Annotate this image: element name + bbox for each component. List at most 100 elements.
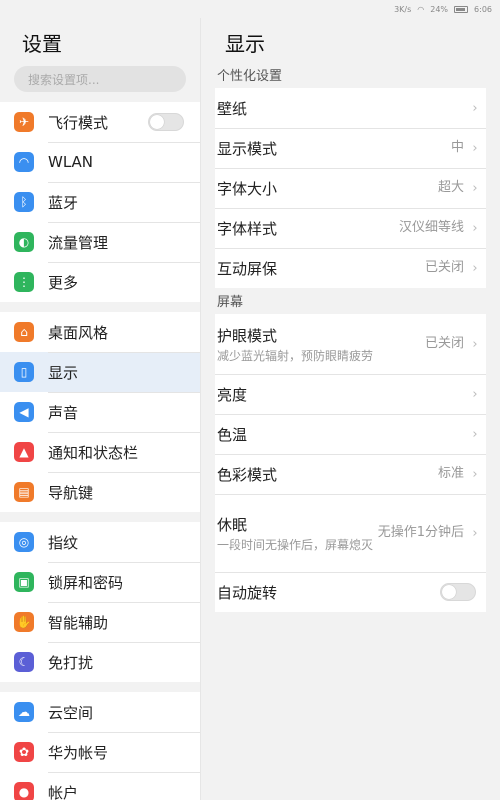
settings-row[interactable]: 显示模式 中 › [215,128,486,168]
sidebar-item[interactable]: ▤ 导航键 [0,472,200,512]
settings-row-main: 字体样式 [217,218,399,239]
network-speed: 3K/s [394,4,412,14]
settings-row-main: 显示模式 [217,138,451,159]
settings-row-main: 字体大小 [217,178,438,199]
sidebar-item[interactable]: ▣ 锁屏和密码 [0,562,200,602]
sidebar-item[interactable]: ◠ WLAN [0,142,200,182]
sidebar-item[interactable]: ◀ 声音 [0,392,200,432]
settings-row-description: 减少蓝光辐射，预防眼睛疲劳 [217,348,374,363]
settings-row-value: 超大 [437,180,464,195]
settings-row[interactable]: 休眠 一段时间无操作后，屏幕熄灭 无操作1分钟后 › [215,494,486,572]
settings-row[interactable]: 护眼模式 减少蓝光辐射，预防眼睛疲劳 已关闭 › [215,314,486,374]
battery-percent: 24% [430,4,449,14]
settings-row[interactable]: 亮度 › [215,374,486,414]
chevron-right-icon: › [472,336,478,352]
lock-icon: ▣ [14,572,34,592]
clock: 6:06 [474,4,492,14]
settings-row-label: 字体大小 [217,179,278,198]
settings-row-label: 休眠 [217,515,248,534]
sidebar-item-label: 华为帐号 [48,743,109,762]
chevron-right-icon: › [472,466,478,482]
settings-row-main: 休眠 一段时间无操作后，屏幕熄灭 [217,514,378,553]
home-icon: ⌂ [14,322,34,342]
sidebar-item[interactable]: ⋮ 更多 [0,262,200,302]
airplane-icon: ✈ [14,112,34,132]
moon-icon: ☾ [14,652,34,672]
fingerprint-icon: ◎ [14,532,34,552]
sidebar-item-label: WLAN [48,153,94,171]
sidebar-item-label: 帐户 [48,783,79,800]
settings-row-value: 标准 [437,466,464,481]
settings-row-label: 壁纸 [217,99,248,118]
settings-group: 护眼模式 减少蓝光辐射，预防眼睛疲劳 已关闭 › 亮度 › 色温 › 色彩模式 标准 › 休眠 一段时间… [215,314,486,612]
sidebar-item-label: 桌面风格 [48,323,109,342]
settings-row[interactable]: 色彩模式 标准 › [215,454,486,494]
wifi-icon: ◠ [14,152,34,172]
chevron-right-icon: › [472,260,478,276]
sidebar-item[interactable]: ☁ 云空间 [0,692,200,732]
status-bar: 3K/s ◠ 24% 6:06 [0,0,500,18]
sidebar-item-label: 更多 [48,273,79,292]
sidebar-group: ☁ 云空间 ✿ 华为帐号 ● 帐户 [0,692,200,800]
settings-row-main: 自动旋转 [217,582,440,603]
airplane-mode-toggle[interactable] [148,113,184,131]
sidebar-item[interactable]: ✿ 华为帐号 [0,732,200,772]
sidebar-item[interactable]: ⌂ 桌面风格 [0,312,200,352]
sidebar-item[interactable]: ◎ 指纹 [0,522,200,562]
settings-row-main: 亮度 [217,384,470,405]
settings-row[interactable]: 色温 › [215,414,486,454]
notification-icon: ▲ [14,442,34,462]
sidebar-item[interactable]: ▲ 通知和状态栏 [0,432,200,472]
navigation-icon: ▤ [14,482,34,502]
sidebar-item[interactable]: ◐ 流量管理 [0,222,200,262]
display-settings-pane: 显示 个性化设置 壁纸 › 显示模式中 › 字体大小 超大 › 字体样式 汉仪细等线 › 互动屏保 已关… [200,18,500,800]
settings-row-value: 无操作1分钟后 [377,525,464,540]
sidebar-item-label: 智能辅助 [48,613,109,632]
battery-icon [454,5,469,13]
search-input[interactable]: 搜索设置项... [14,66,186,92]
sidebar-item-label: 蓝牙 [48,193,79,212]
search-placeholder: 搜索设置项... [28,72,100,87]
chevron-right-icon: › [472,140,478,156]
sidebar-group: ◎ 指纹 ▣ 锁屏和密码 ✋ 智能辅助 ☾ 免打扰 [0,522,200,682]
settings-row-main: 互动屏保 [217,258,425,279]
bluetooth-icon: ᛒ [14,192,34,212]
settings-row-label: 色彩模式 [217,465,278,484]
settings-row[interactable]: 字体大小 超大 › [215,168,486,208]
settings-group: 壁纸 › 显示模式 中 › 字体大小 超大 › 字体样式 汉仪细等线 › 互动屏保 已关闭 › [215,88,486,288]
auto-rotate-toggle[interactable] [440,583,476,601]
display-icon: ▯ [14,362,34,382]
settings-row-label: 显示模式 [217,139,278,158]
settings-row-label: 自动旋转 [217,583,278,602]
settings-row-label: 护眼模式 [217,326,278,345]
sidebar-item-label: 锁屏和密码 [48,573,124,592]
sidebar-item[interactable]: ● 帐户 [0,772,200,800]
settings-row[interactable]: 壁纸 › [215,88,486,128]
settings-row-value: 已关闭 [424,260,464,275]
sidebar-item[interactable]: ▯ 显示 [0,352,200,392]
settings-row-value: 已关闭 [424,336,464,351]
settings-row-label: 亮度 [217,385,248,404]
chevron-right-icon: › [472,100,478,116]
chevron-right-icon: › [472,220,478,236]
sidebar-item[interactable]: ᛒ 蓝牙 [0,182,200,222]
settings-row-label: 互动屏保 [217,259,278,278]
settings-row-main: 色温 [217,424,470,445]
sidebar-item-label: 云空间 [48,703,94,722]
chevron-right-icon: › [472,525,478,541]
sidebar-item[interactable]: ✋ 智能辅助 [0,602,200,642]
settings-row-label: 色温 [217,425,248,444]
settings-row[interactable]: 互动屏保 已关闭 › [215,248,486,288]
sidebar-item[interactable]: ✈ 飞行模式 [0,102,200,142]
settings-row[interactable]: 字体样式 汉仪细等线 › [215,208,486,248]
settings-row-main: 护眼模式减少蓝光辐射，预防眼睛疲劳 [217,325,425,364]
sound-icon: ◀ [14,402,34,422]
more-icon: ⋮ [14,272,34,292]
settings-sidebar: 设置 搜索设置项... ✈ 飞行模式 ◠ WLAN ᛒ 蓝牙 ◐ 流量管理 ⋮ 更多 ⌂ 桌面风格 ▯ 显… [0,18,200,800]
sidebar-item-label: 指纹 [48,533,79,552]
sidebar-item[interactable]: ☾ 免打扰 [0,642,200,682]
chevron-right-icon: › [472,386,478,402]
settings-row[interactable]: 自动旋转 [215,572,486,612]
settings-row-value: 汉仪细等线 [398,220,464,235]
settings-row-label: 字体样式 [217,219,278,238]
